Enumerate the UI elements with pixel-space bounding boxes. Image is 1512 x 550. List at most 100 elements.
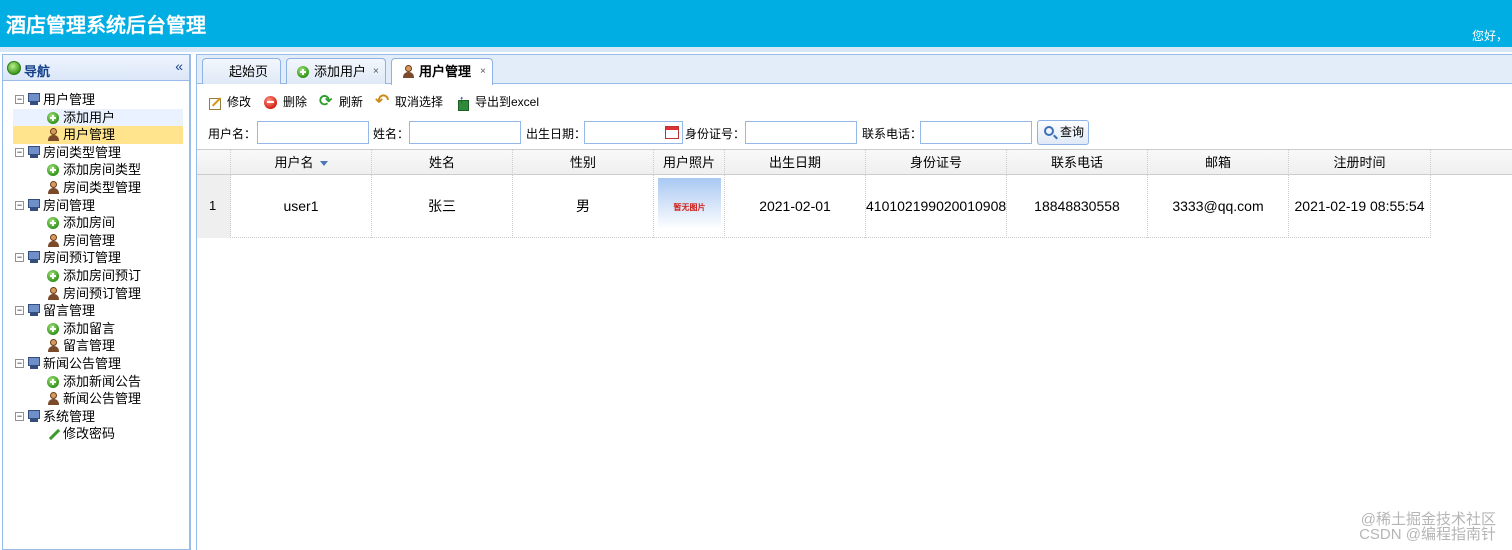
tree-group-system[interactable]: − 系统管理 xyxy=(11,408,183,426)
column-header-username[interactable]: 用户名 xyxy=(231,150,372,175)
tree-item-add-room[interactable]: 添加房间 xyxy=(13,214,183,232)
column-header-email[interactable]: 邮箱 xyxy=(1148,150,1289,175)
nav-divider xyxy=(190,54,191,550)
tree-group-news[interactable]: − 新闻公告管理 xyxy=(11,355,183,373)
table-row[interactable]: 1 user1 张三 男 暂无图片 2021-02-01 41010219902… xyxy=(197,175,1431,238)
tree-item-booking-manage[interactable]: 房间预订管理 xyxy=(13,285,183,303)
nav-panel: 导航 « − 用户管理 添加用户 用户管理 − 房间类型管理 添加房间类型 房间… xyxy=(2,54,190,550)
tree-item-add-room-type[interactable]: 添加房间类型 xyxy=(13,161,183,179)
delete-icon xyxy=(264,96,277,109)
delete-button[interactable]: 删除 xyxy=(264,93,307,111)
tree-item-add-booking[interactable]: 添加房间预订 xyxy=(13,267,183,285)
cell-gender: 男 xyxy=(513,175,654,238)
collapse-toggle-icon[interactable]: − xyxy=(15,95,24,104)
idcard-label: 身份证号： xyxy=(685,127,746,141)
collapse-icon[interactable]: « xyxy=(175,58,183,74)
cancel-select-button[interactable]: 取消选择 xyxy=(375,92,443,111)
user-icon xyxy=(47,392,59,406)
collapse-toggle-icon[interactable]: − xyxy=(15,358,24,368)
collapse-toggle-icon[interactable]: − xyxy=(15,411,24,421)
idcard-input[interactable] xyxy=(745,121,857,144)
tree-item-add-message[interactable]: 添加留言 xyxy=(13,320,183,338)
tree-item-change-password[interactable]: 修改密码 xyxy=(13,425,183,443)
nav-header: 导航 « xyxy=(3,55,189,81)
tree-item-message-manage[interactable]: 留言管理 xyxy=(13,337,183,355)
tree-item-room-type-manage[interactable]: 房间类型管理 xyxy=(13,179,183,197)
sort-desc-icon xyxy=(319,161,328,167)
computer-icon xyxy=(27,304,41,317)
refresh-button[interactable]: 刷新 xyxy=(319,93,363,111)
calendar-icon[interactable] xyxy=(665,126,679,139)
cell-register-time: 2021-02-19 08:55:54 xyxy=(1289,175,1431,238)
username-input[interactable] xyxy=(257,121,369,144)
tree-group-label: 系统管理 xyxy=(43,408,96,424)
name-input[interactable] xyxy=(409,121,521,144)
tab-user-manage[interactable]: 用户管理 × xyxy=(391,58,493,85)
computer-icon xyxy=(27,356,41,369)
tree-group-label: 房间预订管理 xyxy=(43,250,122,266)
tab-label: 添加用户 xyxy=(314,64,367,79)
tree-item-label: 留言管理 xyxy=(63,338,116,354)
column-header-photo[interactable]: 用户照片 xyxy=(654,150,725,175)
tab-bar: 起始页 添加用户 × 用户管理 × xyxy=(197,55,1512,85)
cell-photo: 暂无图片 xyxy=(654,175,725,238)
phone-label: 联系电话： xyxy=(862,127,923,141)
grid-header: 用户名 姓名 性别 用户照片 出生日期 身份证号 联系电话 邮箱 注册时间 xyxy=(197,149,1512,175)
query-button[interactable]: 查询 xyxy=(1037,120,1089,145)
tree-group-room-type[interactable]: − 房间类型管理 xyxy=(11,144,183,162)
search-icon xyxy=(1044,126,1054,136)
tab-add-user[interactable]: 添加用户 × xyxy=(286,58,386,84)
user-grid: 用户名 姓名 性别 用户照片 出生日期 身份证号 联系电话 邮箱 注册时间 1 … xyxy=(197,149,1512,550)
collapse-toggle-icon[interactable]: − xyxy=(15,253,24,263)
add-icon xyxy=(47,269,59,282)
computer-icon xyxy=(27,198,41,211)
tab-label: 起始页 xyxy=(229,64,269,79)
tree-item-add-news[interactable]: 添加新闻公告 xyxy=(13,373,183,391)
close-icon[interactable]: × xyxy=(480,60,486,84)
column-header-birthday[interactable]: 出生日期 xyxy=(725,150,866,175)
search-bar: 用户名： 姓名： 出生日期： 身份证号： 联系电话： 查询 xyxy=(197,119,1512,145)
user-icon xyxy=(402,65,414,78)
phone-input[interactable] xyxy=(920,121,1032,144)
tree-item-label: 修改密码 xyxy=(63,426,116,442)
tab-home[interactable]: 起始页 xyxy=(202,58,281,84)
column-header-idcard[interactable]: 身份证号 xyxy=(866,150,1007,175)
column-header-gender[interactable]: 性别 xyxy=(513,150,654,175)
refresh-icon xyxy=(319,93,333,111)
tree-group-user[interactable]: − 用户管理 xyxy=(11,91,183,109)
cell-email: 3333@qq.com xyxy=(1148,175,1289,238)
birthday-label: 出生日期： xyxy=(526,127,587,141)
tree-item-label: 添加房间预订 xyxy=(63,267,142,283)
user-icon xyxy=(47,339,59,353)
tree-group-label: 用户管理 xyxy=(43,92,96,107)
cell-username: user1 xyxy=(231,175,372,238)
edit-button[interactable]: 修改 xyxy=(208,93,251,111)
tree-item-label: 房间类型管理 xyxy=(63,179,142,195)
user-greeting: 您好， xyxy=(1472,29,1509,43)
collapse-toggle-icon[interactable]: − xyxy=(15,147,24,157)
tree-item-user-manage[interactable]: 用户管理 xyxy=(13,126,183,144)
watermark: @稀土掘金技术社区 CSDN @编程指南针 xyxy=(1359,511,1496,543)
collapse-toggle-icon[interactable]: − xyxy=(15,306,24,316)
close-icon[interactable]: × xyxy=(373,60,379,84)
tree-item-label: 用户管理 xyxy=(63,127,116,143)
tree-group-room[interactable]: − 房间管理 xyxy=(11,197,183,215)
header-divider xyxy=(0,47,1512,52)
column-header-name[interactable]: 姓名 xyxy=(372,150,513,175)
tree-item-news-manage[interactable]: 新闻公告管理 xyxy=(13,390,183,408)
column-header-phone[interactable]: 联系电话 xyxy=(1007,150,1148,175)
export-excel-button[interactable]: 导出到excel xyxy=(456,91,539,111)
user-icon xyxy=(47,286,59,300)
user-photo-placeholder: 暂无图片 xyxy=(658,178,721,235)
tree-group-label: 留言管理 xyxy=(43,303,96,319)
column-header-register-time[interactable]: 注册时间 xyxy=(1289,150,1431,175)
tree-item-add-user[interactable]: 添加用户 xyxy=(13,108,183,127)
tree-group-label: 房间类型管理 xyxy=(43,144,122,160)
add-icon xyxy=(47,375,59,388)
globe-icon xyxy=(7,61,21,75)
tree-group-booking[interactable]: − 房间预订管理 xyxy=(11,249,183,267)
tree-item-label: 添加房间 xyxy=(63,215,116,231)
tree-group-message[interactable]: − 留言管理 xyxy=(11,302,183,320)
collapse-toggle-icon[interactable]: − xyxy=(15,200,24,210)
tree-item-room-manage[interactable]: 房间管理 xyxy=(13,232,183,250)
